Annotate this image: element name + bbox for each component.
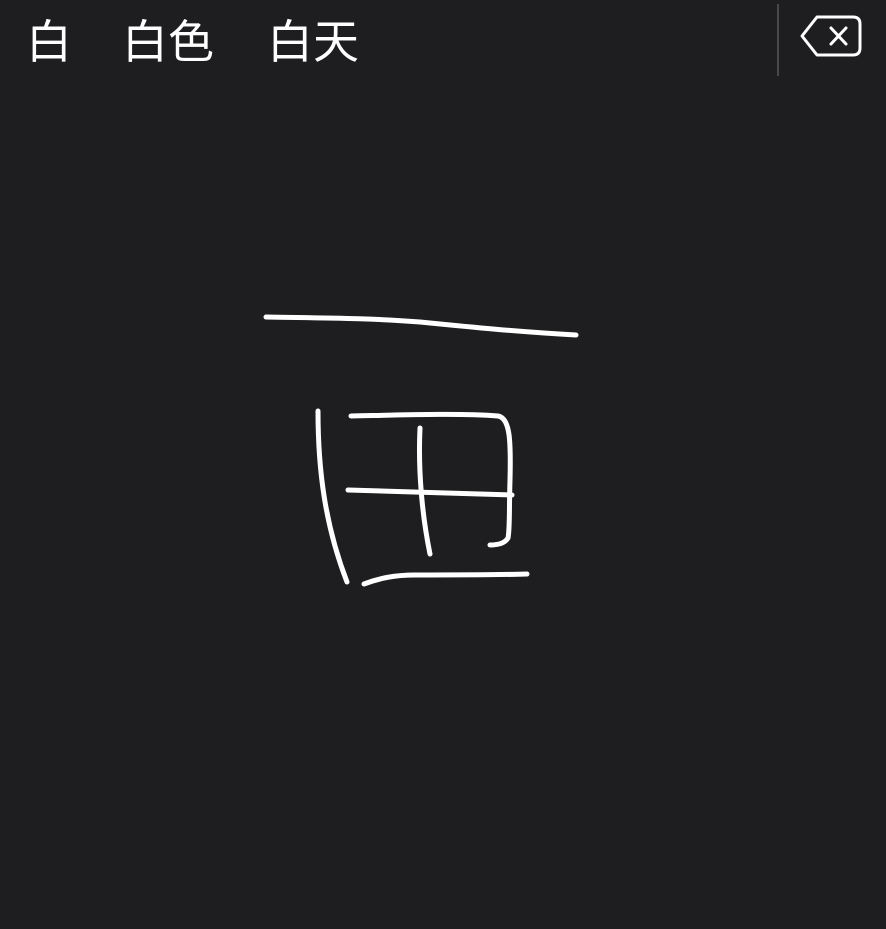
candidate-item[interactable]: 白色 — [122, 14, 214, 70]
handwriting-stroke — [315, 408, 350, 585]
candidate-item[interactable]: 白天 — [267, 14, 359, 70]
handwriting-stroke — [263, 314, 579, 338]
handwriting-stroke — [345, 487, 515, 498]
candidate-divider — [777, 4, 779, 76]
backspace-icon — [800, 15, 862, 57]
handwriting-strokes — [263, 314, 579, 587]
candidate-bar: 白 白色 白天 — [0, 0, 886, 84]
handwriting-stroke — [361, 571, 530, 587]
candidate-item[interactable]: 白 — [26, 14, 72, 70]
handwriting-canvas[interactable] — [0, 84, 886, 929]
delete-button[interactable] — [800, 14, 870, 72]
handwriting-stroke — [348, 411, 513, 548]
